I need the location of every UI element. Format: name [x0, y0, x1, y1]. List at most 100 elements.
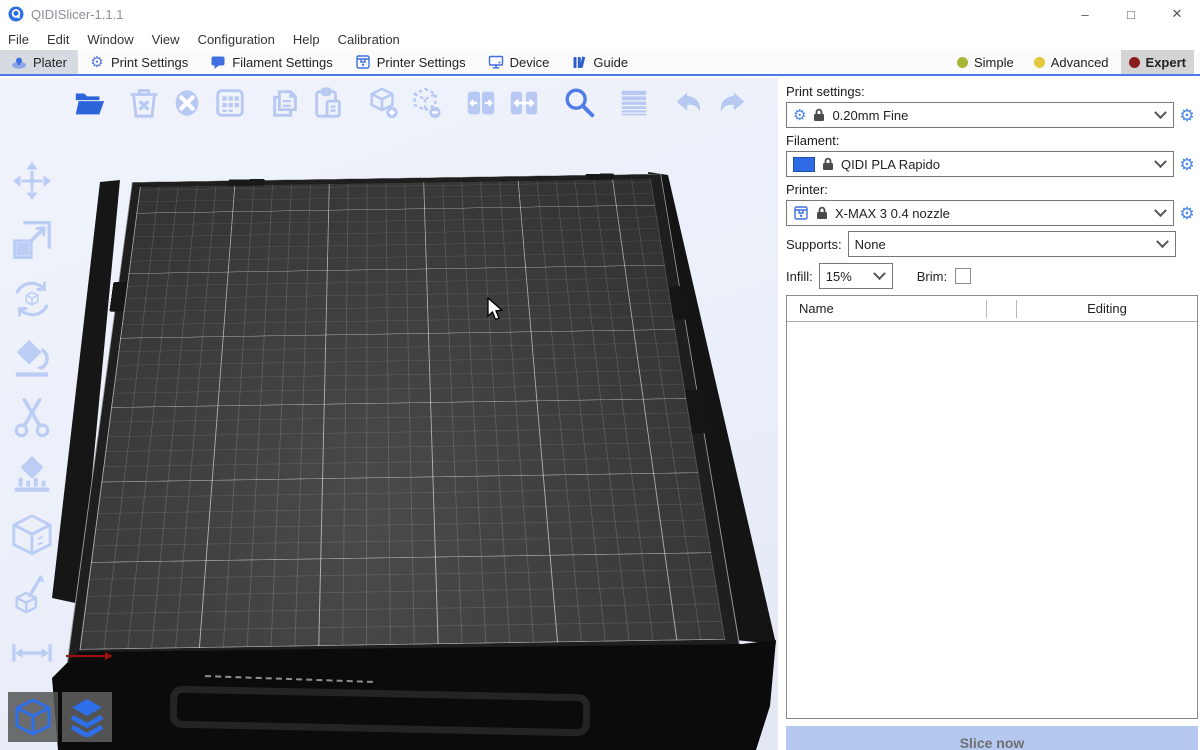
place-on-face-tool[interactable]: [8, 335, 56, 381]
emboss-tool[interactable]: [8, 571, 56, 617]
chevron-down-icon: [1154, 106, 1167, 119]
tab-printer-settings[interactable]: Printer Settings: [344, 50, 477, 74]
window-title: QIDISlicer-1.1.1: [31, 7, 123, 22]
lock-icon: [822, 157, 834, 171]
x-axis-arrow: [66, 655, 106, 657]
printer-combo[interactable]: X-MAX 3 0.4 nozzle: [786, 200, 1174, 226]
mode-advanced[interactable]: Advanced: [1026, 50, 1117, 74]
chevron-down-icon: [1154, 155, 1167, 168]
expert-dot-icon: [1129, 57, 1140, 68]
seam-painting-tool[interactable]: [8, 512, 56, 558]
cut-tool[interactable]: [8, 394, 56, 440]
brim-checkbox[interactable]: [955, 268, 971, 284]
menu-calibration[interactable]: Calibration: [329, 32, 409, 47]
scale-tool[interactable]: [8, 217, 56, 263]
column-spacer: [987, 300, 1017, 318]
tab-label: Filament Settings: [232, 55, 332, 70]
column-name: Name: [787, 300, 987, 318]
menu-configuration[interactable]: Configuration: [189, 32, 284, 47]
settings-panel: Print settings: ⚙ 0.20mm Fine ⚙ Filament…: [778, 78, 1200, 750]
delete-button[interactable]: [125, 84, 162, 121]
tab-bar: Plater ⚙ Print Settings Filament Setting…: [0, 50, 1200, 76]
paint-supports-tool[interactable]: [8, 453, 56, 499]
lock-icon: [816, 206, 828, 220]
mode-selector: Simple Advanced Expert: [949, 50, 1200, 74]
device-monitor-icon: [488, 54, 504, 70]
rotate-tool[interactable]: [8, 276, 56, 322]
bed-handle: [170, 686, 591, 737]
filament-label: Filament:: [786, 133, 1198, 148]
menu-help[interactable]: Help: [284, 32, 329, 47]
search-button[interactable]: [560, 84, 597, 121]
tab-device[interactable]: Device: [477, 50, 561, 74]
tab-guide[interactable]: Guide: [560, 50, 639, 74]
tab-print-settings[interactable]: ⚙ Print Settings: [78, 50, 199, 74]
printer-icon: [793, 205, 809, 221]
tab-filament-settings[interactable]: Filament Settings: [199, 50, 343, 74]
print-settings-gear-button[interactable]: ⚙: [1176, 107, 1198, 124]
printer-gear-button[interactable]: ⚙: [1176, 205, 1198, 222]
move-tool[interactable]: [8, 158, 56, 204]
tab-label: Device: [510, 55, 550, 70]
column-editing: Editing: [1017, 301, 1197, 316]
tab-label: Printer Settings: [377, 55, 466, 70]
menu-view[interactable]: View: [143, 32, 189, 47]
title-bar: QIDISlicer-1.1.1 – □ ✕: [0, 0, 1200, 28]
menu-edit[interactable]: Edit: [38, 32, 78, 47]
chevron-down-icon: [1156, 235, 1169, 248]
infill-combo[interactable]: 15%: [819, 263, 893, 289]
menu-window[interactable]: Window: [78, 32, 142, 47]
filament-gear-button[interactable]: ⚙: [1176, 156, 1198, 173]
minimize-button[interactable]: –: [1062, 0, 1108, 28]
gear-icon: ⚙: [793, 108, 806, 123]
delete-all-button[interactable]: [168, 84, 205, 121]
mode-simple[interactable]: Simple: [949, 50, 1022, 74]
redo-button[interactable]: [713, 84, 750, 121]
variable-layer-height-button[interactable]: [615, 84, 652, 121]
close-button[interactable]: ✕: [1154, 0, 1200, 28]
tab-label: Plater: [33, 55, 67, 70]
tab-label: Print Settings: [111, 55, 188, 70]
arrange-button[interactable]: [211, 84, 248, 121]
build-plate[interactable]: [68, 174, 740, 661]
undo-button[interactable]: [670, 84, 707, 121]
app-logo-icon: [8, 6, 24, 22]
simple-dot-icon: [957, 57, 968, 68]
plater-icon: [11, 54, 27, 70]
tab-plater[interactable]: Plater: [0, 50, 78, 74]
add-instance-button[interactable]: [364, 84, 401, 121]
copy-button[interactable]: [266, 84, 303, 121]
slice-now-button[interactable]: Slice now: [786, 726, 1198, 750]
lock-icon: [813, 108, 825, 122]
chevron-down-icon: [873, 267, 886, 280]
split-to-objects-button[interactable]: [462, 84, 499, 121]
print-settings-value: 0.20mm Fine: [832, 108, 1149, 123]
mode-label: Expert: [1146, 55, 1186, 70]
plater-toolbar: [70, 84, 756, 121]
viewport-3d[interactable]: [0, 78, 778, 750]
mouse-cursor: [487, 297, 505, 323]
advanced-dot-icon: [1034, 57, 1045, 68]
chevron-down-icon: [1154, 204, 1167, 217]
printer-icon: [355, 54, 371, 70]
preview-layers-button[interactable]: [62, 692, 112, 742]
filament-value: QIDI PLA Rapido: [841, 157, 1149, 172]
measure-tool[interactable]: [8, 630, 56, 676]
paste-button[interactable]: [309, 84, 346, 121]
mode-expert[interactable]: Expert: [1121, 50, 1194, 74]
infill-label: Infill:: [786, 269, 813, 284]
object-list[interactable]: Name Editing: [786, 295, 1198, 719]
menu-bar: File Edit Window View Configuration Help…: [0, 28, 1200, 50]
remove-instance-button[interactable]: [407, 84, 444, 121]
filament-combo[interactable]: QIDI PLA Rapido: [786, 151, 1174, 177]
supports-combo[interactable]: None: [848, 231, 1176, 257]
gear-icon: ⚙: [89, 54, 105, 70]
open-file-button[interactable]: [70, 84, 107, 121]
guide-books-icon: [571, 54, 587, 70]
menu-file[interactable]: File: [8, 32, 38, 47]
tab-label: Guide: [593, 55, 628, 70]
3d-editor-view-button[interactable]: [8, 692, 58, 742]
maximize-button[interactable]: □: [1108, 0, 1154, 28]
print-settings-combo[interactable]: ⚙ 0.20mm Fine: [786, 102, 1174, 128]
split-to-parts-button[interactable]: [505, 84, 542, 121]
